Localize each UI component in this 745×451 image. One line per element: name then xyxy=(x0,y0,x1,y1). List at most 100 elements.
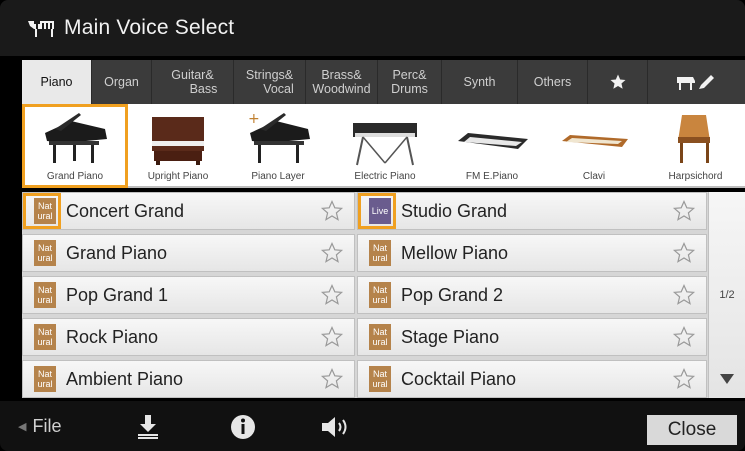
voice-item-stage-piano[interactable]: Nat ural Stage Piano xyxy=(357,318,707,356)
category-clavi[interactable]: Clavi xyxy=(542,104,646,188)
fm-epiano-icon xyxy=(458,133,528,149)
voice-name: Stage Piano xyxy=(401,326,500,347)
badge-text-bottom: ural xyxy=(372,337,388,347)
voice-name: Cocktail Piano xyxy=(401,368,517,389)
favorite-star-icon[interactable] xyxy=(320,367,344,391)
favorite-star-icon[interactable] xyxy=(320,283,344,307)
page-down-icon[interactable] xyxy=(720,374,734,384)
badge-frame: Nat ural xyxy=(361,322,393,352)
tab-label-2: Drums xyxy=(391,82,428,96)
badge-text-bottom: ural xyxy=(37,211,53,221)
tab-label: Piano xyxy=(40,75,73,89)
category-label: Upright Piano xyxy=(147,171,209,182)
piano-layer-icon: + xyxy=(248,111,310,163)
favorite-star-icon[interactable] xyxy=(672,199,696,223)
tab-organ[interactable]: Organ xyxy=(92,60,152,104)
voice-item-ambient-piano[interactable]: Nat ural Ambient Piano xyxy=(22,360,355,398)
tab-others[interactable]: Others xyxy=(518,60,588,104)
tab-brass-woodwind[interactable]: Brass& Woodwind xyxy=(306,60,378,104)
svg-text:+: + xyxy=(248,111,260,127)
voice-item-pop-grand-1[interactable]: Nat ural Pop Grand 1 xyxy=(22,276,355,314)
voice-name: Mellow Piano xyxy=(401,242,509,263)
badge-text-top: Nat xyxy=(372,285,387,295)
badge-frame: Nat ural xyxy=(361,280,393,310)
tab-label: Organ xyxy=(104,75,139,89)
title-bar: Main Voice Select xyxy=(0,0,745,56)
window-title: Main Voice Select xyxy=(64,16,235,39)
badge-text-top: Nat xyxy=(372,369,387,379)
voice-item-mellow-piano[interactable]: Nat ural Mellow Piano xyxy=(357,234,707,272)
save-icon[interactable] xyxy=(134,413,162,441)
natural-badge-icon: Nat ural xyxy=(369,366,391,392)
category-label: Grand Piano xyxy=(46,171,104,182)
badge-text-top: Nat xyxy=(37,369,52,379)
selection-frame: Nat ural xyxy=(23,193,61,229)
favorite-star-icon[interactable] xyxy=(320,325,344,349)
badge-frame: Nat ural xyxy=(26,364,58,394)
favorite-star-icon[interactable] xyxy=(320,241,344,265)
category-harpsichord[interactable]: Harpsichord xyxy=(646,104,745,188)
tab-label: Brass& xyxy=(321,68,362,82)
category-electric-piano[interactable]: Electric Piano xyxy=(328,104,442,188)
natural-badge-icon: Nat ural xyxy=(369,324,391,350)
voice-list: Nat ural Concert Grand Nat ural Grand Pian… xyxy=(22,192,745,398)
voice-item-studio-grand[interactable]: Live Studio Grand xyxy=(357,192,707,230)
file-label: File xyxy=(32,415,62,436)
favorite-star-icon[interactable] xyxy=(672,241,696,265)
keyboard-instrument-icon xyxy=(28,21,54,37)
tab-label: Others xyxy=(533,75,572,89)
tab-label: Synth xyxy=(463,75,496,89)
chevron-left-icon: ◀ xyxy=(18,420,27,433)
info-icon[interactable] xyxy=(230,414,256,440)
category-piano-layer[interactable]: + Piano Layer xyxy=(228,104,328,188)
favorite-star-icon[interactable] xyxy=(672,283,696,307)
tab-guitar-bass[interactable]: Guitar& Bass xyxy=(152,60,234,104)
voice-item-rock-piano[interactable]: Nat ural Rock Piano xyxy=(22,318,355,356)
close-button[interactable]: Close xyxy=(647,415,737,445)
badge-text-bottom: ural xyxy=(372,295,388,305)
selection-frame: Live xyxy=(358,193,396,229)
category-tabs: Piano Organ Guitar& Bass Strings& Vocal Br… xyxy=(22,60,745,104)
voice-item-pop-grand-2[interactable]: Nat ural Pop Grand 2 xyxy=(357,276,707,314)
natural-badge-icon: Nat ural xyxy=(34,324,56,350)
category-label: Piano Layer xyxy=(251,171,305,182)
favorite-star-icon[interactable] xyxy=(672,367,696,391)
category-label: Clavi xyxy=(582,171,606,182)
voice-name: Concert Grand xyxy=(66,200,185,221)
tab-strings-vocal[interactable]: Strings& Vocal xyxy=(234,60,306,104)
category-grand-piano[interactable]: Grand Piano xyxy=(22,104,128,188)
favorite-star-icon[interactable] xyxy=(320,199,344,223)
voice-item-grand-piano[interactable]: Nat ural Grand Piano xyxy=(22,234,355,272)
badge-text-top: Nat xyxy=(37,201,52,211)
natural-badge-icon: Nat ural xyxy=(34,282,56,308)
upright-piano-icon xyxy=(152,117,204,165)
badge-text-bottom: ural xyxy=(372,379,388,389)
tab-favorites[interactable] xyxy=(588,60,648,104)
natural-badge-icon: Nat ural xyxy=(369,240,391,266)
page-selector[interactable]: 1/2 xyxy=(708,192,745,398)
voice-name: Pop Grand 2 xyxy=(401,284,504,305)
tab-label-2: Woodwind xyxy=(312,82,371,96)
tab-synth[interactable]: Synth xyxy=(442,60,518,104)
page-indicator: 1/2 xyxy=(719,289,735,301)
category-upright-piano[interactable]: Upright Piano xyxy=(128,104,228,188)
tab-user-edit[interactable] xyxy=(648,60,745,104)
badge-text-bottom: ural xyxy=(372,253,388,263)
badge-frame: Nat ural xyxy=(26,322,58,352)
favorite-star-icon[interactable] xyxy=(672,325,696,349)
star-icon xyxy=(610,74,625,89)
bottom-bar: ◀ File Close xyxy=(0,401,745,451)
speaker-icon[interactable] xyxy=(320,415,354,439)
voice-item-cocktail-piano[interactable]: Nat ural Cocktail Piano xyxy=(357,360,707,398)
tab-perc-drums[interactable]: Perc& Drums xyxy=(378,60,442,104)
voice-item-concert-grand[interactable]: Nat ural Concert Grand xyxy=(22,192,355,230)
badge-text-top: Nat xyxy=(37,327,52,337)
tab-label: Strings& xyxy=(245,68,294,82)
badge-text-top: Nat xyxy=(37,243,52,253)
harpsichord-icon xyxy=(677,115,710,163)
category-label: FM E.Piano xyxy=(465,171,519,182)
category-fm-epiano[interactable]: FM E.Piano xyxy=(442,104,542,188)
tab-piano[interactable]: Piano xyxy=(22,60,92,104)
file-button[interactable]: ◀ File xyxy=(18,416,61,437)
voice-name: Grand Piano xyxy=(66,242,168,263)
